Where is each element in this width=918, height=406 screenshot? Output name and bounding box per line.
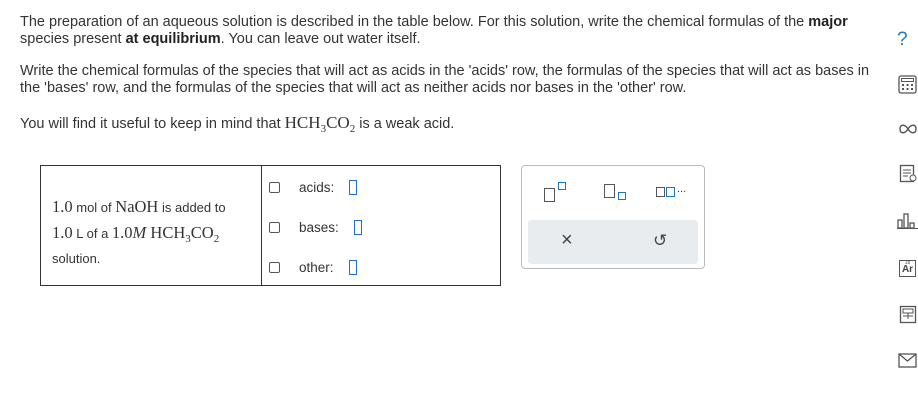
description-line-3: solution. bbox=[52, 251, 101, 266]
acids-checkbox[interactable] bbox=[269, 181, 280, 193]
subscript-button[interactable] bbox=[604, 182, 630, 204]
intro-text: The preparation of an aqueous solution i… bbox=[20, 14, 805, 30]
bar-chart-icon[interactable] bbox=[897, 210, 918, 231]
other-label: other: bbox=[299, 259, 334, 275]
acids-answer-input[interactable] bbox=[349, 179, 358, 195]
intro-text: . You can leave out water itself. bbox=[220, 31, 421, 47]
bases-answer-input[interactable] bbox=[353, 219, 362, 235]
description-line-2: 1.0 L of a 1.0M HCH3CO2 bbox=[52, 223, 220, 245]
hint-text: is a weak acid. bbox=[359, 116, 455, 132]
solution-description: 1.0 mol of NaOH is added to 1.0 L of a 1… bbox=[52, 194, 226, 271]
other-checkbox[interactable] bbox=[269, 261, 280, 273]
intro-text: species present bbox=[20, 31, 122, 47]
mail-icon[interactable] bbox=[897, 350, 918, 371]
formula-toolbox: ... × ↺ bbox=[521, 165, 705, 269]
instructions-paragraph-1: The preparation of an aqueous solution i… bbox=[20, 14, 880, 48]
major-emphasis: major bbox=[808, 14, 848, 30]
bases-label: bases: bbox=[299, 219, 339, 235]
help-icon[interactable]: ? bbox=[897, 29, 908, 51]
equilibrium-emphasis: at equilibrium bbox=[125, 31, 221, 47]
table-divider bbox=[261, 166, 262, 285]
toolbox-actions: × ↺ bbox=[528, 220, 698, 264]
notebook-icon[interactable] bbox=[897, 163, 918, 184]
undo-icon[interactable]: ↺ bbox=[653, 231, 667, 251]
description-line-1: 1.0 mol of NaOH is added to bbox=[52, 197, 226, 216]
bases-row: bases: bbox=[269, 217, 362, 237]
instructions-paragraph-3: You will find it useful to keep in mind … bbox=[20, 113, 455, 135]
periodic-table-icon[interactable]: 18 Ar bbox=[897, 258, 918, 279]
acids-row: acids: bbox=[269, 177, 358, 197]
solution-table: 1.0 mol of NaOH is added to 1.0 L of a 1… bbox=[40, 165, 501, 286]
acids-label: acids: bbox=[299, 179, 335, 195]
instructions-paragraph-2: Write the chemical formulas of the speci… bbox=[20, 63, 870, 96]
data-sheet-icon[interactable] bbox=[897, 304, 918, 325]
other-row: other: bbox=[269, 257, 357, 277]
bases-checkbox[interactable] bbox=[269, 221, 280, 233]
weak-acid-formula: HCH3CO2 bbox=[284, 113, 356, 135]
hint-text: You will find it useful to keep in mind … bbox=[20, 116, 281, 132]
infinity-icon[interactable] bbox=[897, 118, 918, 139]
clear-icon[interactable]: × bbox=[561, 230, 573, 250]
superscript-button[interactable] bbox=[544, 182, 570, 204]
calculator-icon[interactable] bbox=[897, 74, 918, 95]
multiple-species-button[interactable]: ... bbox=[656, 183, 704, 200]
other-answer-input[interactable] bbox=[348, 259, 357, 275]
